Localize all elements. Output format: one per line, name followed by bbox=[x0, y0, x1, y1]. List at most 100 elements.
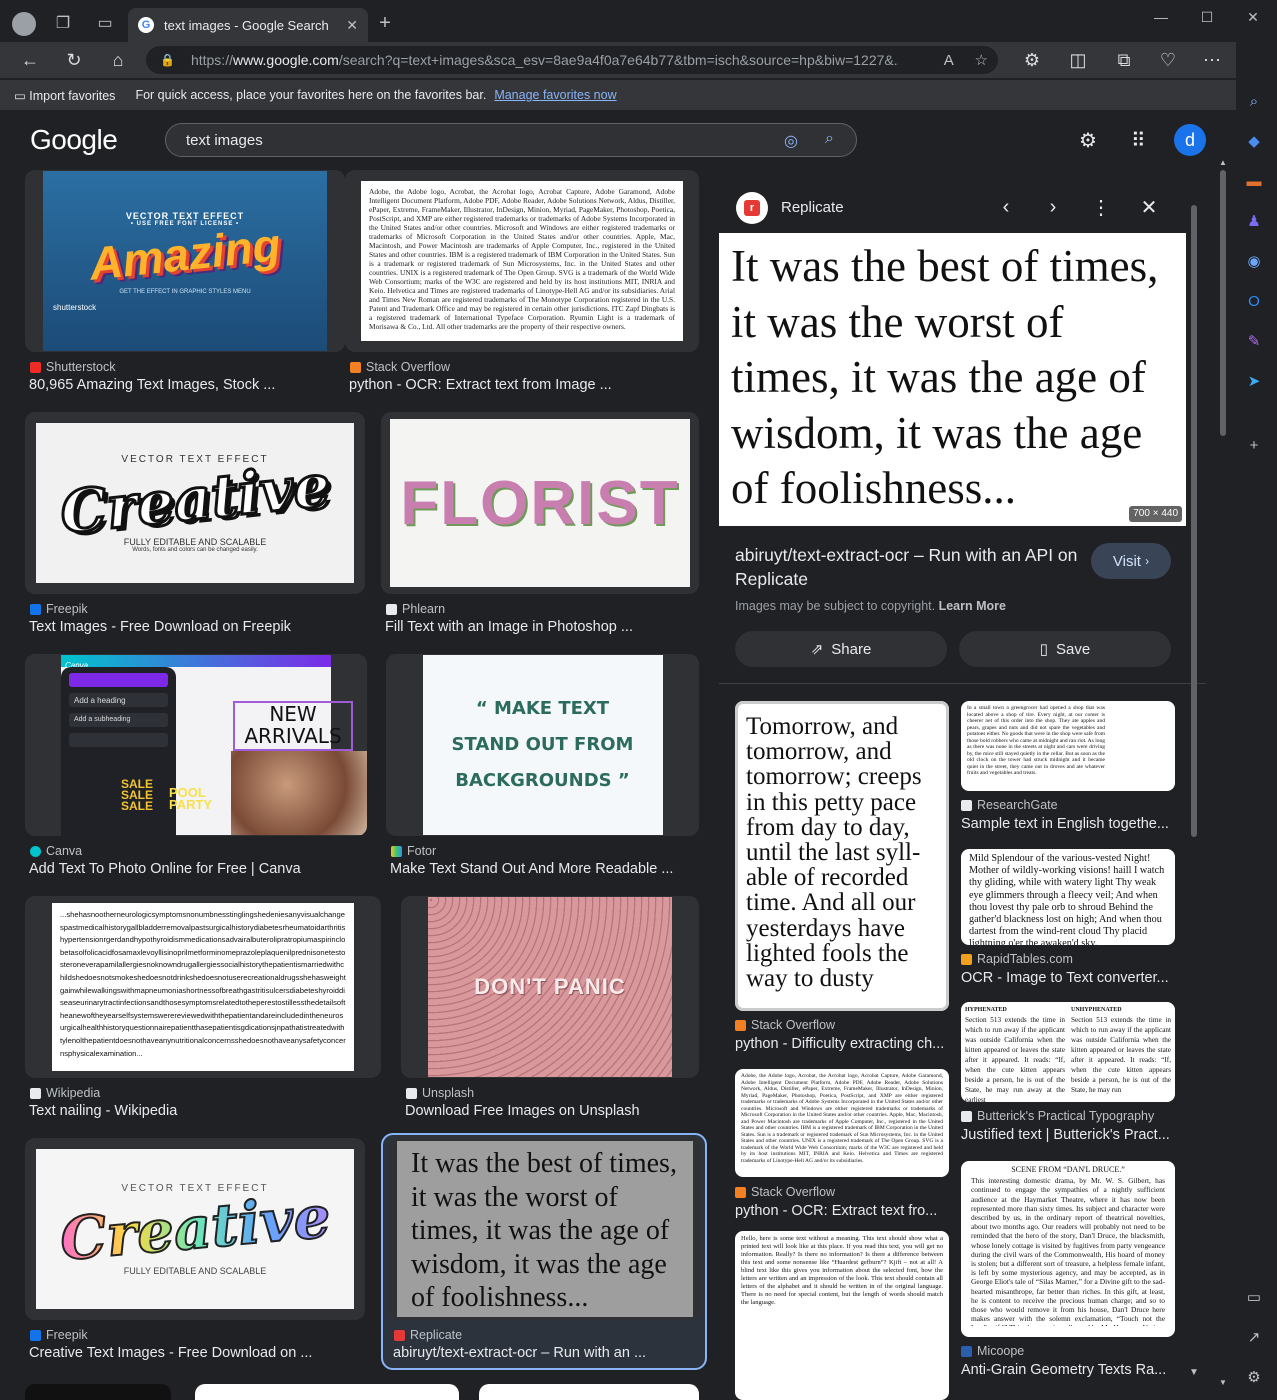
result-thumbnail[interactable]: Adobe, the Adobe logo, Acrobat, the Acro… bbox=[345, 170, 699, 352]
workspaces-icon[interactable]: ❐ bbox=[52, 12, 74, 34]
image-result[interactable]: “ MAKE TEXT STAND OUT FROM BACKGROUNDS ”… bbox=[386, 654, 699, 884]
avatar[interactable]: d bbox=[1174, 124, 1206, 156]
result-thumbnail[interactable]: VECTOR TEXT EFFECT Creative FULLY EDITAB… bbox=[25, 1138, 365, 1320]
result-thumbnail[interactable]: VECTOR TEXT EFFECT • USE FREE FONT LICEN… bbox=[25, 170, 345, 352]
result-source[interactable]: Stack Overflow bbox=[350, 360, 450, 374]
sidebar-layout-icon[interactable]: ▭ bbox=[1243, 1286, 1265, 1308]
manage-favorites-link[interactable]: Manage favorites now bbox=[494, 88, 616, 102]
image-result[interactable]: ...shehasnootherneurologicsymptomsnonumb… bbox=[25, 896, 381, 1126]
profile-icon[interactable] bbox=[12, 12, 36, 36]
related-source[interactable]: Stack Overflow bbox=[735, 1185, 835, 1199]
related-result[interactable]: HYPHENATED Section 513 extends the time i… bbox=[961, 1002, 1175, 1152]
performance-icon[interactable]: ♡ bbox=[1156, 48, 1180, 72]
related-source[interactable]: RapidTables.com bbox=[961, 952, 1073, 966]
more-menu-icon[interactable]: ⋯ bbox=[1200, 48, 1224, 72]
result-source[interactable]: Freepik bbox=[30, 1328, 88, 1342]
url-field[interactable]: 🔒 https://www.google.com/search?q=text+i… bbox=[146, 46, 998, 74]
google-logo[interactable]: Google bbox=[30, 124, 118, 156]
result-title[interactable]: 80,965 Amazing Text Images, Stock ... bbox=[29, 377, 345, 393]
image-result[interactable]: VECTOR TEXT EFFECT Creative FULLY EDITAB… bbox=[25, 1138, 365, 1368]
panel-source-name[interactable]: Replicate bbox=[781, 199, 844, 216]
extensions-icon[interactable]: ⚙ bbox=[1020, 48, 1044, 72]
games-icon[interactable]: ♟ bbox=[1243, 210, 1265, 232]
apps-grid-icon[interactable]: ⠿ bbox=[1131, 128, 1146, 153]
related-thumbnail[interactable]: Hello, here is some text without a meani… bbox=[735, 1231, 949, 1400]
result-source[interactable]: Unsplash bbox=[406, 1086, 474, 1100]
result-source[interactable]: Wikipedia bbox=[30, 1086, 100, 1100]
split-screen-icon[interactable]: ◫ bbox=[1066, 48, 1090, 72]
result-thumbnail[interactable]: FLORIST bbox=[381, 412, 699, 594]
related-result[interactable]: Tomorrow, and tomorrow, and tomorrow; cr… bbox=[735, 701, 949, 1061]
related-thumbnail[interactable]: Adobe, the Adobe logo, Acrobat, the Acro… bbox=[735, 1069, 949, 1177]
related-title[interactable]: Justified text | Butterick's Pract... bbox=[961, 1127, 1175, 1143]
prev-image-icon[interactable]: ‹ bbox=[994, 195, 1018, 219]
refresh-icon[interactable]: ↻ bbox=[62, 48, 86, 72]
related-title[interactable]: python - Difficulty extracting ch... bbox=[735, 1036, 949, 1052]
panel-title[interactable]: abiruyt/text-extract-ocr – Run with an A… bbox=[735, 543, 1080, 591]
related-title[interactable]: Anti-Grain Geometry Texts Ra... bbox=[961, 1362, 1175, 1378]
page-scrollbar[interactable] bbox=[1220, 170, 1226, 436]
shopping-icon[interactable]: ◆ bbox=[1243, 130, 1265, 152]
result-source[interactable]: Canva bbox=[30, 844, 82, 858]
home-icon[interactable]: ⌂ bbox=[106, 48, 130, 72]
result-title[interactable]: Make Text Stand Out And More Readable ..… bbox=[390, 861, 699, 877]
add-sidebar-icon[interactable]: + bbox=[1243, 434, 1265, 456]
new-tab-icon[interactable]: + bbox=[374, 12, 396, 34]
lock-icon[interactable]: 🔒 bbox=[160, 53, 175, 67]
related-title[interactable]: Sample text in English togethe... bbox=[961, 816, 1175, 832]
result-title[interactable]: Text nailing - Wikipedia bbox=[29, 1103, 381, 1119]
related-source[interactable]: ResearchGate bbox=[961, 798, 1058, 812]
related-result[interactable]: Mild Splendour of the various-vested Nig… bbox=[961, 849, 1175, 999]
outlook-icon[interactable]: O bbox=[1243, 290, 1265, 312]
image-result[interactable]: DON'T PANIC Unsplash Download Free Image… bbox=[401, 896, 699, 1126]
result-thumbnail[interactable]: ...shehasnootherneurologicsymptomsnonumb… bbox=[25, 896, 381, 1078]
close-tab-icon[interactable]: ✕ bbox=[346, 17, 358, 34]
related-source[interactable]: Stack Overflow bbox=[735, 1018, 835, 1032]
related-thumbnail[interactable]: Tomorrow, and tomorrow, and tomorrow; cr… bbox=[735, 701, 949, 1011]
related-source[interactable]: Butterick's Practical Typography bbox=[961, 1109, 1154, 1123]
result-title[interactable]: abiruyt/text-extract-ocr – Run with an .… bbox=[393, 1345, 693, 1361]
page-scroll-down-icon[interactable]: ▼ bbox=[1219, 1378, 1227, 1387]
related-result[interactable]: Hello, here is some text without a meani… bbox=[735, 1231, 949, 1400]
result-thumbnail[interactable]: “ MAKE TEXT STAND OUT FROM BACKGROUNDS ” bbox=[386, 654, 699, 836]
result-title[interactable]: Add Text To Photo Online for Free | Canv… bbox=[29, 861, 367, 877]
back-icon[interactable]: ← bbox=[18, 48, 42, 72]
image-result[interactable]: FLORIST Phlearn Fill Text with an Image … bbox=[381, 412, 699, 642]
designer-icon[interactable]: ✎ bbox=[1243, 330, 1265, 352]
result-source[interactable]: Shutterstock bbox=[30, 360, 115, 374]
image-result[interactable]: VECTOR TEXT EFFECT • USE FREE FONT LICEN… bbox=[25, 170, 345, 400]
import-favorites-button[interactable]: ▭ Import favorites bbox=[14, 88, 115, 103]
result-thumbnail[interactable]: DON'T PANIC bbox=[401, 896, 699, 1078]
minimize-icon[interactable]: — bbox=[1138, 6, 1184, 28]
close-window-icon[interactable]: ✕ bbox=[1230, 6, 1276, 28]
related-result[interactable]: Adobe, the Adobe logo, Acrobat, the Acro… bbox=[735, 1069, 949, 1229]
tab-actions-icon[interactable]: ▭ bbox=[94, 12, 116, 34]
related-thumbnail[interactable]: Mild Splendour of the various-vested Nig… bbox=[961, 849, 1175, 945]
related-source[interactable]: Micoope bbox=[961, 1344, 1024, 1358]
related-thumbnail[interactable]: HYPHENATED Section 513 extends the time i… bbox=[961, 1002, 1175, 1102]
page-scroll-up-icon[interactable]: ▲ bbox=[1219, 158, 1227, 167]
favorite-star-icon[interactable]: ☆ bbox=[975, 52, 988, 69]
tab-google-search[interactable]: G text images - Google Search ✕ bbox=[128, 8, 368, 42]
result-thumbnail[interactable]: Canva Add a heading Add a subheading NEW… bbox=[25, 654, 367, 836]
share-button[interactable]: ⇗ Share bbox=[735, 631, 947, 667]
panel-scroll-down-icon[interactable]: ▼ bbox=[1189, 1367, 1199, 1378]
related-title[interactable]: OCR - Image to Text converter... bbox=[961, 970, 1175, 986]
result-title[interactable]: Download Free Images on Unsplash bbox=[405, 1103, 699, 1119]
image-result-selected[interactable]: It was the best of times, it was the wor… bbox=[389, 1138, 701, 1368]
tools-icon[interactable]: ▬ bbox=[1243, 170, 1265, 192]
related-thumbnail[interactable]: In a small town a greengrocer had opened… bbox=[961, 701, 1175, 791]
visit-button[interactable]: Visit › bbox=[1091, 543, 1171, 579]
search-icon[interactable]: ⌕ bbox=[825, 130, 834, 148]
result-source[interactable]: Freepik bbox=[30, 602, 88, 616]
result-source[interactable]: Replicate bbox=[394, 1328, 462, 1342]
read-aloud-icon[interactable]: A bbox=[944, 52, 954, 69]
result-source[interactable]: Phlearn bbox=[386, 602, 445, 616]
result-title[interactable]: Text Images - Free Download on Freepik bbox=[29, 619, 365, 635]
next-image-icon[interactable]: › bbox=[1041, 195, 1065, 219]
image-result[interactable]: VECTOR TEXT EFFECT Creative FULLY EDITAB… bbox=[25, 412, 365, 642]
settings-gear-icon[interactable]: ⚙ bbox=[1079, 128, 1097, 153]
save-button[interactable]: ▯ Save bbox=[959, 631, 1171, 667]
result-thumbnail[interactable]: It was the best of times, it was the wor… bbox=[389, 1138, 701, 1320]
collections-icon[interactable]: ⧉ bbox=[1112, 48, 1136, 72]
